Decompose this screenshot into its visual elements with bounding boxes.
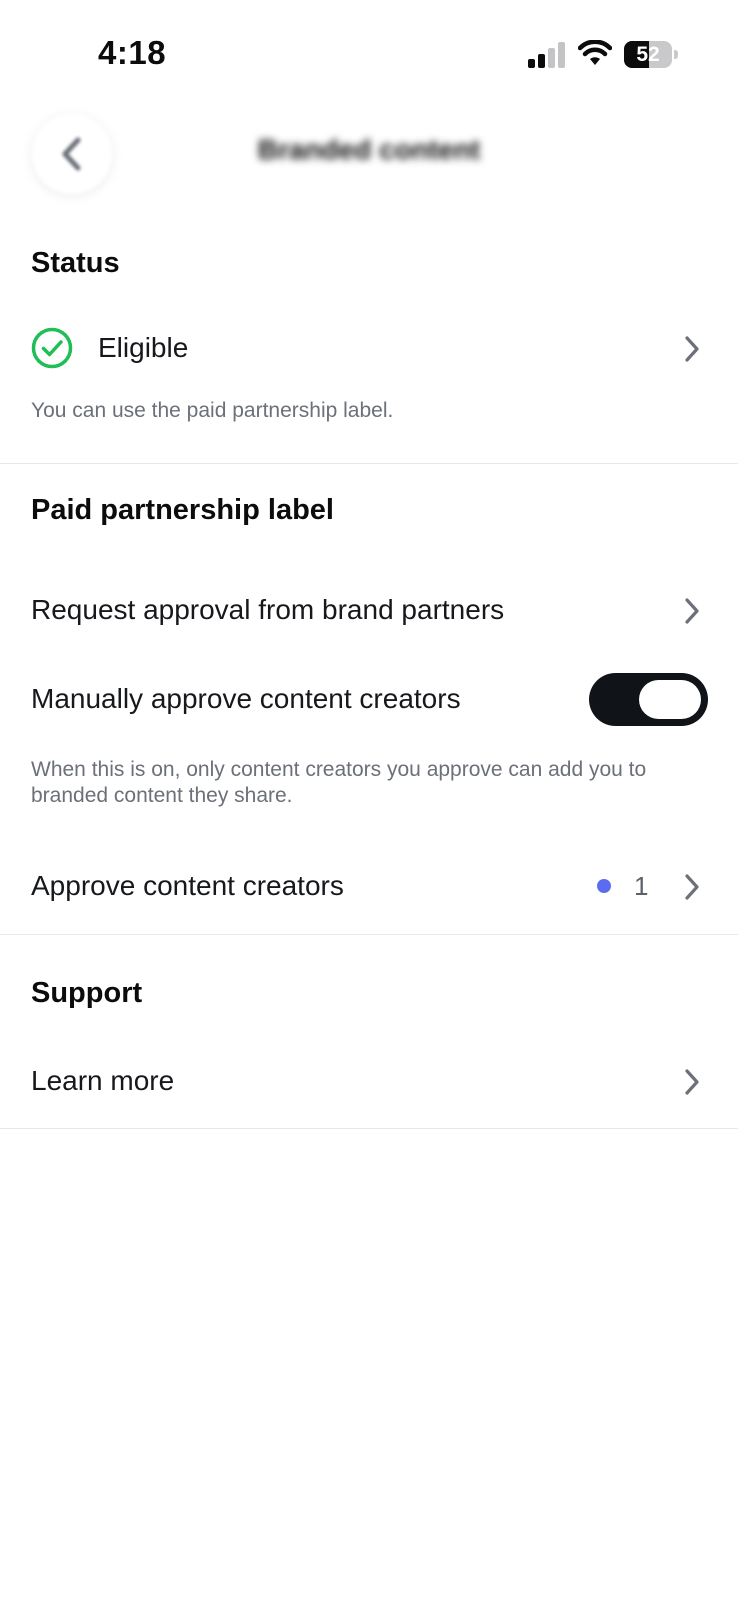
cellular-signal-icon: [528, 42, 565, 68]
status-time: 4:18: [98, 34, 167, 71]
learn-more-row[interactable]: Learn more: [0, 1041, 738, 1121]
chevron-right-icon: [685, 336, 699, 362]
chevron-right-icon: [685, 874, 699, 900]
approve-creators-row[interactable]: Approve content creators 1: [0, 846, 738, 926]
divider: [0, 934, 738, 935]
divider: [0, 1128, 738, 1129]
check-circle-icon: [31, 327, 73, 369]
manual-approve-row: Manually approve content creators: [0, 659, 738, 739]
battery-percent: 52: [636, 43, 660, 66]
eligibility-status-label: Eligible: [98, 332, 189, 363]
request-approval-label: Request approval from brand partners: [31, 594, 505, 625]
eligibility-caption: You can use the paid partnership label.: [31, 399, 394, 422]
toggle-knob: [639, 680, 701, 719]
pending-count: 1: [634, 871, 649, 901]
support-section-title: Support: [31, 977, 143, 1009]
manual-approve-caption: When this is on, only content creators y…: [31, 758, 647, 807]
wifi-icon: [578, 40, 612, 65]
manual-approve-toggle[interactable]: [589, 673, 708, 726]
battery-icon: 52: [624, 41, 680, 68]
notification-dot: [597, 879, 611, 893]
navigation-header: Branded content: [0, 100, 738, 210]
chevron-right-icon: [685, 1069, 699, 1095]
approve-creators-label: Approve content creators: [31, 870, 344, 901]
learn-more-label: Learn more: [31, 1065, 175, 1096]
page-title: Branded content: [257, 134, 481, 165]
status-section-title: Status: [31, 247, 120, 279]
status-bar: 4:18 52: [0, 0, 738, 100]
eligibility-row[interactable]: Eligible: [0, 308, 738, 388]
chevron-right-icon: [685, 598, 699, 624]
partnership-section-title: Paid partnership label: [31, 494, 334, 526]
request-approval-row[interactable]: Request approval from brand partners: [0, 570, 738, 650]
manual-approve-label: Manually approve content creators: [31, 683, 461, 714]
divider: [0, 463, 738, 464]
